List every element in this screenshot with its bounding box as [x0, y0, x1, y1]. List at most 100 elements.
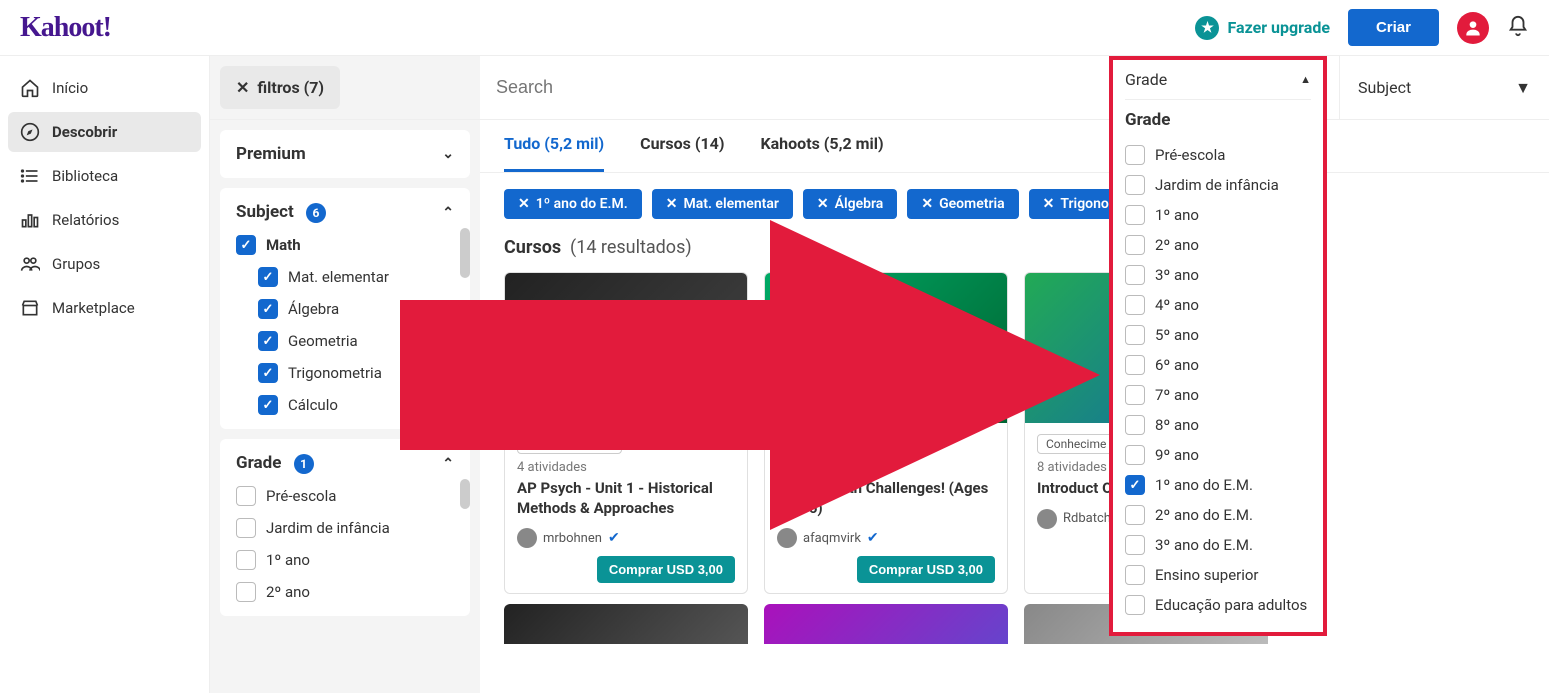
author-row: afaqmvirk ✔	[777, 528, 995, 548]
grade-popover-option[interactable]: 5º ano	[1125, 320, 1311, 350]
checkbox-icon	[236, 582, 256, 602]
grade-popover-option[interactable]: 1º ano do E.M.	[1125, 470, 1311, 500]
close-icon: ✕	[817, 196, 829, 212]
header: Kahoot! ★ Fazer upgrade Criar	[0, 0, 1549, 56]
star-icon: ★	[1195, 16, 1219, 40]
create-button[interactable]: Criar	[1348, 9, 1439, 46]
nav-marketplace[interactable]: Marketplace	[8, 288, 201, 328]
subject-option[interactable]: Mat. elementar	[258, 267, 454, 287]
card-thumbnail[interactable]	[504, 604, 748, 644]
scrollbar[interactable]	[460, 479, 470, 509]
grade-popover-option[interactable]: 2º ano	[1125, 230, 1311, 260]
premium-section[interactable]: Premium ⌄	[220, 130, 470, 178]
subject-dropdown-label: Subject	[1358, 78, 1411, 97]
grade-popover-option[interactable]: Jardim de infância	[1125, 170, 1311, 200]
close-icon: ✕	[921, 196, 933, 212]
nav-label: Biblioteca	[52, 167, 118, 185]
card-image	[765, 273, 1007, 423]
author-name: afaqmvirk	[803, 531, 861, 546]
subject-option[interactable]: Trigonometria	[258, 363, 454, 383]
grade-popover-option[interactable]: 7º ano	[1125, 380, 1311, 410]
grade-popover-option[interactable]: 3º ano	[1125, 260, 1311, 290]
nav-label: Grupos	[52, 255, 100, 273]
search-input[interactable]	[480, 56, 1121, 119]
grade-popover-option[interactable]: 8º ano	[1125, 410, 1311, 440]
option-label: Math	[266, 236, 301, 254]
checkbox-icon	[1125, 235, 1145, 255]
subject-section: Subject 6 ⌃ Math Mat. elementar Álgebra Geo…	[220, 188, 470, 429]
nav-discover[interactable]: Descobrir	[8, 112, 201, 152]
home-icon	[20, 78, 40, 98]
tab-all[interactable]: Tudo (5,2 mil)	[504, 134, 604, 172]
logo[interactable]: Kahoot!	[20, 12, 111, 44]
checkbox-icon	[1125, 565, 1145, 585]
nav-library[interactable]: Biblioteca	[8, 156, 201, 196]
grade-popover-option[interactable]: 3º ano do E.M.	[1125, 530, 1311, 560]
grade-dropdown-open[interactable]: Grade ▲	[1125, 70, 1311, 99]
grade-option[interactable]: Jardim de infância	[236, 518, 454, 538]
author-row: mrbohnen ✔	[517, 528, 735, 548]
subject-option[interactable]: Geometria	[258, 331, 454, 351]
subject-header[interactable]: Subject 6 ⌃	[236, 202, 454, 223]
subject-count-badge: 6	[306, 203, 326, 223]
filters-chip[interactable]: ✕ filtros (7)	[220, 66, 340, 109]
option-label: Cálculo	[288, 396, 338, 414]
grade-popover-option[interactable]: 9º ano	[1125, 440, 1311, 470]
grade-label: Grade	[236, 453, 281, 473]
subject-dropdown[interactable]: Subject ▼	[1339, 56, 1549, 119]
grade-popover-option[interactable]: Pré-escola	[1125, 140, 1311, 170]
close-icon: ✕	[666, 196, 678, 212]
checkbox-icon	[236, 518, 256, 538]
avatar[interactable]	[1457, 12, 1489, 44]
option-label: Jardim de infância	[1155, 176, 1279, 194]
filter-chip[interactable]: ✕Álgebra	[803, 189, 897, 219]
filter-chip[interactable]: ✕Mat. elementar	[652, 189, 793, 219]
close-icon: ✕	[236, 78, 249, 97]
checkbox-icon	[1125, 355, 1145, 375]
scrollbar[interactable]	[460, 228, 470, 278]
checkbox-icon	[1125, 325, 1145, 345]
grade-popover-option[interactable]: Ensino superior	[1125, 560, 1311, 590]
tab-kahoots[interactable]: Kahoots (5,2 mil)	[760, 134, 883, 172]
nav-home[interactable]: Início	[8, 68, 201, 108]
checkbox-icon	[1125, 145, 1145, 165]
grade-popover-option[interactable]: 6º ano	[1125, 350, 1311, 380]
grade-header[interactable]: Grade 1 ⌃	[236, 453, 454, 474]
upgrade-label: Fazer upgrade	[1227, 18, 1329, 37]
checkbox-icon	[1125, 385, 1145, 405]
search-row: ✕ filtros (7) Grade ▲ Subject ▼	[210, 56, 1549, 120]
upgrade-button[interactable]: ★ Fazer upgrade	[1195, 16, 1329, 40]
card-thumbnail[interactable]	[764, 604, 1008, 644]
tab-courses[interactable]: Cursos (14)	[640, 134, 724, 172]
checkbox-icon	[258, 299, 278, 319]
author-avatar	[777, 528, 797, 548]
grade-option[interactable]: 2º ano	[236, 582, 454, 602]
tabs: Tudo (5,2 mil) Cursos (14) Kahoots (5,2 …	[480, 120, 1549, 173]
close-icon: ✕	[518, 196, 530, 212]
grade-popover-option[interactable]: Educação para adultos	[1125, 590, 1311, 620]
subject-option[interactable]: Álgebra	[258, 299, 454, 319]
grade-popover-option[interactable]: 1º ano	[1125, 200, 1311, 230]
filter-chip[interactable]: ✕Geometria	[907, 189, 1018, 219]
nav-label: Marketplace	[52, 299, 135, 317]
buy-button[interactable]: Comprar USD 3,00	[857, 556, 995, 583]
option-label: 4º ano	[1155, 296, 1199, 314]
subject-option[interactable]: Cálculo	[258, 395, 454, 415]
chip-label: 1º ano do E.M.	[536, 196, 628, 212]
option-label: Geometria	[288, 332, 358, 350]
subject-option[interactable]: Math	[236, 235, 454, 255]
option-label: Pré-escola	[266, 487, 336, 505]
notifications-button[interactable]	[1507, 15, 1529, 41]
course-card[interactable]: Matemática 6 atividades Mental Math Chal…	[764, 272, 1008, 594]
nav-reports[interactable]: Relatórios	[8, 200, 201, 240]
course-card[interactable]: Ciências sociais 4 atividades AP Psych -…	[504, 272, 748, 594]
grade-popover-option[interactable]: 2º ano do E.M.	[1125, 500, 1311, 530]
filter-chip[interactable]: ✕ 1º ano do E.M.	[504, 189, 642, 219]
nav-groups[interactable]: Grupos	[8, 244, 201, 284]
buy-button[interactable]: Comprar USD 3,00	[597, 556, 735, 583]
grade-option[interactable]: Pré-escola	[236, 486, 454, 506]
option-label: 3º ano do E.M.	[1155, 536, 1253, 554]
grade-option[interactable]: 1º ano	[236, 550, 454, 570]
option-label: 6º ano	[1155, 356, 1199, 374]
grade-popover-option[interactable]: 4º ano	[1125, 290, 1311, 320]
